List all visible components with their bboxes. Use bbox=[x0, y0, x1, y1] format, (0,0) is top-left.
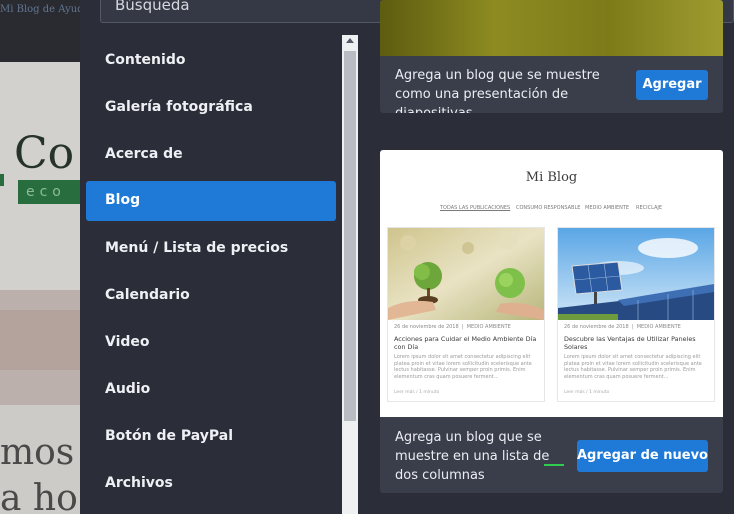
post-read-more: Leer más / 1 minuto bbox=[564, 390, 610, 395]
add-again-button[interactable]: Agregar de nuevo bbox=[577, 440, 708, 472]
preview-menu-item: CONSUMO RESPONSABLE bbox=[516, 205, 581, 211]
card-description: Agrega un blog que se muestre en una lis… bbox=[395, 430, 550, 483]
nav-item-label: Video bbox=[105, 334, 150, 350]
nav-item-label: Audio bbox=[105, 381, 151, 397]
post-read-more: Leer más / 1 minuto bbox=[394, 390, 440, 395]
background-dim-overlay bbox=[0, 0, 80, 514]
category-nav: Contenido Galería fotográfica Acerca de … bbox=[80, 36, 342, 514]
nav-item-archivos[interactable]: Archivos bbox=[86, 464, 336, 504]
blog-layout-card-two-columns: Mi Blog TODAS LAS PUBLICACIONES CONSUMO … bbox=[380, 150, 723, 493]
post-title: Descubre las Ventajas de Utilizar Panele… bbox=[564, 335, 696, 351]
nav-item-label: Blog bbox=[105, 192, 141, 208]
nav-item-label: Galería fotográfica bbox=[105, 99, 253, 115]
blog-preview: Mi Blog TODAS LAS PUBLICACIONES CONSUMO … bbox=[380, 150, 723, 417]
blog-layout-card-slideshow: Agrega un blog que se muestre como una p… bbox=[380, 0, 723, 113]
nav-item-galeria[interactable]: Galería fotográfica bbox=[86, 88, 336, 128]
slideshow-preview-image bbox=[380, 0, 723, 56]
add-button[interactable]: Agregar bbox=[636, 70, 708, 100]
preview-post: 26 de noviembre de 2018 | MEDIO AMBIENTE… bbox=[557, 227, 715, 402]
post-image-hands-trees bbox=[388, 228, 544, 320]
nav-item-audio[interactable]: Audio bbox=[86, 370, 336, 410]
post-category: MEDIO AMBIENTE bbox=[636, 324, 681, 330]
post-date: 26 de noviembre de 2018 bbox=[564, 324, 629, 330]
post-category: MEDIO AMBIENTE bbox=[466, 324, 511, 330]
nav-item-label: Botón de PayPal bbox=[105, 428, 233, 444]
scroll-thumb[interactable] bbox=[344, 51, 356, 421]
preview-menu-item: RECICLAJE bbox=[636, 205, 663, 211]
nav-item-label: Menú / Lista de precios bbox=[105, 240, 289, 256]
post-title: Acciones para Cuidar el Medio Ambiente D… bbox=[394, 335, 537, 351]
post-meta: 26 de noviembre de 2018 | MEDIO AMBIENTE bbox=[564, 324, 681, 330]
scroll-up-arrow-icon[interactable] bbox=[346, 38, 354, 43]
nav-item-acerca[interactable]: Acerca de bbox=[86, 135, 336, 175]
preview-post: 26 de noviembre de 2018 | MEDIO AMBIENTE… bbox=[387, 227, 545, 402]
post-meta: 26 de noviembre de 2018 | MEDIO AMBIENTE bbox=[394, 324, 511, 330]
preview-menu-item: TODAS LAS PUBLICACIONES bbox=[440, 205, 511, 211]
post-excerpt: Lorem ipsum dolor sit amet consectetur a… bbox=[564, 354, 702, 380]
search-placeholder: Búsqueda bbox=[115, 0, 190, 14]
nav-item-calendario[interactable]: Calendario bbox=[86, 276, 336, 316]
spellcheck-underline bbox=[544, 464, 564, 466]
nav-item-paypal[interactable]: Botón de PayPal bbox=[86, 417, 336, 457]
post-date: 26 de noviembre de 2018 bbox=[394, 324, 459, 330]
nav-item-label: Contenido bbox=[105, 52, 186, 68]
nav-item-menu-precios[interactable]: Menú / Lista de precios bbox=[86, 229, 336, 269]
blog-preview-title: Mi Blog bbox=[525, 170, 578, 185]
nav-item-label: Archivos bbox=[105, 475, 173, 491]
nav-item-contenido[interactable]: Contenido bbox=[86, 41, 336, 81]
nav-item-video[interactable]: Video bbox=[86, 323, 336, 363]
nav-scrollbar[interactable] bbox=[342, 35, 358, 514]
post-image-solar-panels bbox=[558, 228, 714, 320]
nav-item-label: Acerca de bbox=[105, 146, 183, 162]
preview-menu-item: MEDIO AMBIENTE bbox=[585, 205, 630, 211]
nav-item-blog[interactable]: Blog bbox=[86, 181, 336, 221]
post-excerpt: Lorem ipsum dolor sit amet consectetur a… bbox=[394, 354, 532, 380]
nav-item-label: Calendario bbox=[105, 287, 190, 303]
background-website: Mi Blog de Ayuda Co eco mos a ho bbox=[0, 0, 80, 514]
card-description: Agrega un blog que se muestre como una p… bbox=[395, 68, 600, 113]
